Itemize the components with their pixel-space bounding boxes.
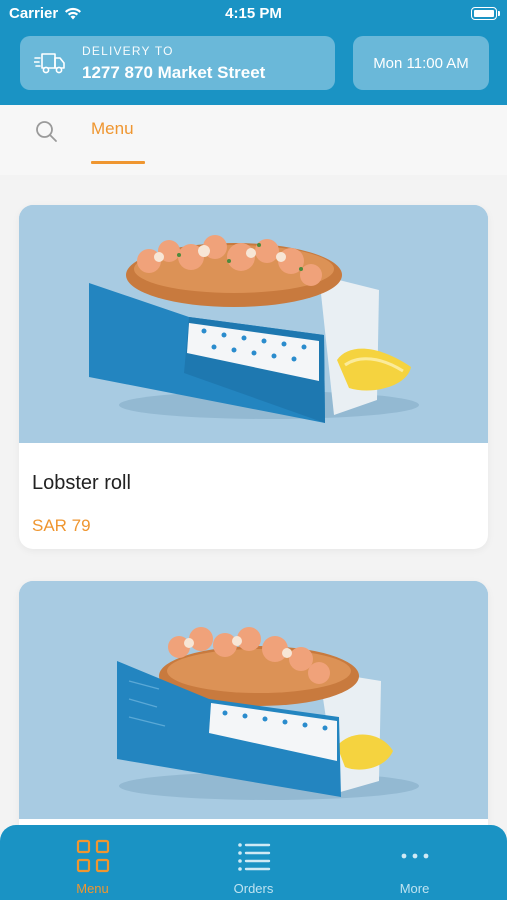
menu-tabs: Menu: [0, 105, 507, 175]
top-bar: Carrier 4:15 PM DELIVERY TO 1277 870 Mar…: [0, 0, 507, 105]
status-time: 4:15 PM: [225, 5, 282, 22]
menu-item-card[interactable]: Lobster roll SAR 79: [19, 205, 488, 549]
delivery-address-button[interactable]: DELIVERY TO 1277 870 Market Street: [20, 36, 335, 90]
status-bar: Carrier 4:15 PM: [0, 0, 507, 28]
bottom-navigation: Menu Orders More: [0, 825, 507, 900]
battery-icon: [471, 7, 500, 20]
nav-orders-label: Orders: [233, 881, 274, 896]
tab-menu-indicator: [91, 161, 145, 164]
nav-menu[interactable]: Menu: [8, 825, 177, 900]
nav-more[interactable]: More: [330, 825, 499, 900]
menu-item-card[interactable]: [19, 581, 488, 841]
schedule-button[interactable]: Mon 11:00 AM: [353, 36, 489, 90]
lobster-roll-photo: [19, 205, 488, 443]
delivery-label: DELIVERY TO: [82, 44, 174, 58]
more-dots-icon: [401, 853, 428, 859]
grid-icon: [76, 839, 109, 873]
nav-more-label: More: [399, 881, 430, 896]
menu-item-name: Lobster roll: [32, 472, 131, 494]
list-icon: [237, 843, 270, 871]
tab-menu[interactable]: Menu: [91, 119, 134, 139]
menu-item-price: SAR 79: [32, 516, 91, 535]
nav-orders[interactable]: Orders: [169, 825, 338, 900]
nav-menu-label: Menu: [76, 881, 109, 896]
lobster-roll-photo: [19, 581, 488, 819]
delivery-address: 1277 870 Market Street: [82, 63, 266, 82]
delivery-truck-icon: [34, 53, 65, 74]
search-icon[interactable]: [34, 119, 60, 145]
